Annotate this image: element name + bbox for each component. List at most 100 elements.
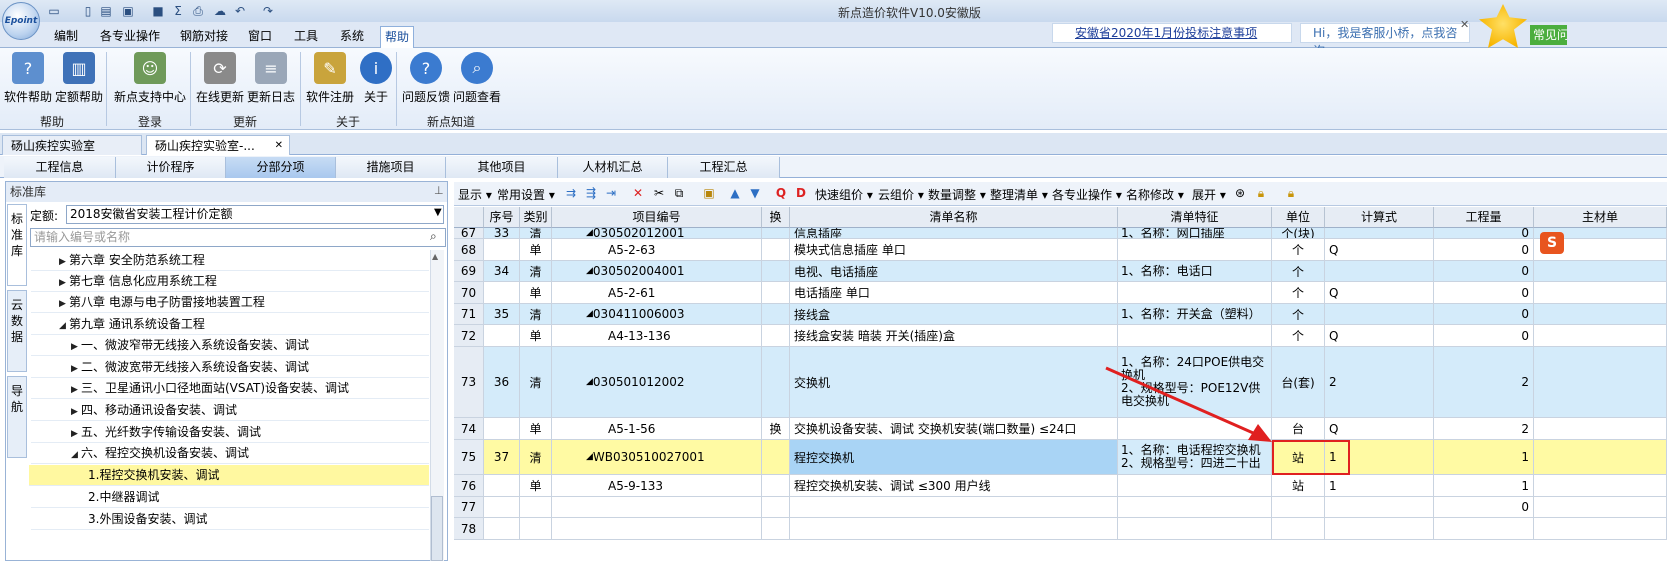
material-price-cell[interactable]	[1534, 304, 1667, 325]
cloud-price-menu[interactable]: 云组价 ▾	[878, 186, 924, 203]
formula-cell[interactable]: Q	[1325, 418, 1434, 440]
expand-icon[interactable]: ▶	[59, 252, 69, 273]
print-icon[interactable]: ⎙	[190, 3, 206, 19]
type-cell[interactable]: 清	[520, 304, 552, 325]
tidy-list-menu[interactable]: 整理清单 ▾	[990, 186, 1048, 203]
column-header[interactable]: 项目编号	[552, 207, 762, 228]
feature-cell[interactable]: 1、名称：开关盒（塑料）	[1118, 304, 1272, 325]
chat-prompt[interactable]: Hi，我是客服小桥，点我咨询	[1300, 23, 1470, 58]
formula-cell[interactable]	[1325, 228, 1434, 239]
quota-help-button[interactable]: ▥ 定额帮助	[55, 52, 103, 105]
seq-cell[interactable]	[484, 475, 520, 497]
name-cell[interactable]: 程控交换机安装、调试 ≤300 用户线	[790, 475, 1118, 497]
seq-cell[interactable]: 33	[484, 228, 520, 239]
type-cell[interactable]: 清	[520, 440, 552, 475]
seq-cell[interactable]: 37	[484, 440, 520, 475]
swap-cell[interactable]	[762, 261, 790, 282]
tab-materials[interactable]: 人材机汇总	[558, 157, 668, 178]
vtab-navigation[interactable]: 导航	[7, 376, 27, 458]
support-center-button[interactable]: ☺ 新点支持中心	[114, 52, 186, 105]
quantity-cell[interactable]: 0	[1434, 239, 1534, 261]
quantity-q-icon[interactable]: Q	[773, 185, 789, 201]
feature-cell[interactable]: 1、名称：电话程控交换机 2、规格型号：四进二十出	[1118, 440, 1272, 475]
code-cell[interactable]: ◢ 030502004001	[552, 261, 762, 282]
show-menu[interactable]: 显示 ▾	[458, 186, 492, 203]
chevron-down-icon[interactable]: ▼	[434, 207, 442, 218]
material-price-cell[interactable]	[1534, 475, 1667, 497]
quantity-cell[interactable]: 0	[1434, 282, 1534, 304]
formula-cell[interactable]: Q	[1325, 239, 1434, 261]
swap-cell[interactable]	[762, 282, 790, 304]
formula-cell[interactable]	[1325, 261, 1434, 282]
cut-icon[interactable]: ✂	[651, 185, 667, 201]
unit-cell[interactable]	[1272, 518, 1325, 540]
name-cell[interactable]: 电视、电话插座	[790, 261, 1118, 282]
scroll-up-icon[interactable]: ▲	[432, 252, 438, 261]
column-header[interactable]: 单位	[1272, 207, 1325, 228]
close-tab-icon[interactable]: ✕	[275, 136, 283, 156]
open-folder-icon[interactable]: ▤	[98, 3, 114, 19]
tree-item-selected[interactable]: 1.程控交换机安装、调试	[29, 465, 429, 486]
formula-cell[interactable]	[1325, 497, 1434, 518]
name-cell[interactable]	[790, 518, 1118, 540]
online-update-button[interactable]: ⟳ 在线更新	[196, 52, 244, 105]
expand-icon[interactable]: ▶	[71, 337, 81, 358]
menu-specialty[interactable]: 各专业操作	[96, 26, 164, 46]
new-doc-icon[interactable]: ▯	[80, 3, 96, 19]
expand-menu[interactable]: 展开 ▾	[1192, 186, 1226, 203]
paste-icon[interactable]: ▣	[701, 185, 717, 201]
menu-window[interactable]: 窗口	[244, 26, 276, 46]
epoint-logo[interactable]: Epoint	[2, 2, 40, 40]
unit-cell[interactable]: 站	[1272, 475, 1325, 497]
name-cell[interactable]: 信息插座	[790, 228, 1118, 239]
seq-cell[interactable]	[484, 518, 520, 540]
code-cell[interactable]: ◢ 030411006003	[552, 304, 762, 325]
feedback-button[interactable]: ? 问题反馈	[402, 52, 450, 105]
tree-item[interactable]: ◢ 六、程控交换机设备安装、调试	[31, 443, 429, 464]
formula-cell[interactable]	[1325, 304, 1434, 325]
column-header[interactable]: 清单名称	[790, 207, 1118, 228]
column-header[interactable]: 序号	[484, 207, 520, 228]
doc-tab-1[interactable]: 砀山疾控实验室	[2, 135, 142, 155]
seq-cell[interactable]	[484, 325, 520, 347]
code-cell[interactable]: A5-2-61	[552, 282, 762, 304]
material-price-cell[interactable]	[1534, 418, 1667, 440]
feature-cell[interactable]	[1118, 282, 1272, 304]
insert-row-icon[interactable]: ⇉	[563, 185, 579, 201]
code-cell[interactable]: A5-2-63	[552, 239, 762, 261]
tab-pricing[interactable]: 计价程序	[116, 157, 226, 178]
quantity-cell[interactable]: 2	[1434, 418, 1534, 440]
doc-tab-2[interactable]: 砀山疾控实验室-... ✕	[146, 135, 290, 155]
tree-item[interactable]: 3.外围设备安装、调试	[31, 509, 429, 530]
column-header[interactable]: 换	[762, 207, 790, 228]
seq-cell[interactable]: 36	[484, 347, 520, 418]
type-cell[interactable]: 单	[520, 475, 552, 497]
tree-item[interactable]: ▶ 二、微波宽带无线接入系统设备安装、调试	[31, 357, 429, 378]
search-icon[interactable]: ⌕	[430, 229, 437, 244]
feature-cell[interactable]: 1、名称：网口插座	[1118, 228, 1272, 239]
tree-item[interactable]: ▶ 四、移动通讯设备安装、调试	[31, 400, 429, 421]
about-button[interactable]: i 关于	[360, 52, 392, 105]
tree-item[interactable]: 2.中继器调试	[31, 487, 429, 508]
unit-cell[interactable]	[1272, 497, 1325, 518]
code-cell[interactable]	[552, 497, 762, 518]
swap-cell[interactable]	[762, 497, 790, 518]
sogou-ime-icon[interactable]: S	[1540, 232, 1564, 254]
unit-cell[interactable]: 个	[1272, 282, 1325, 304]
swap-cell[interactable]	[762, 518, 790, 540]
swap-cell[interactable]	[762, 304, 790, 325]
move-down-icon[interactable]: ▼	[747, 185, 763, 201]
copy-icon[interactable]: ⧉	[671, 185, 687, 201]
name-cell[interactable]: 接线盒安装 暗装 开关(插座)盒	[790, 325, 1118, 347]
lock-icon[interactable]: 🔒︎	[1253, 185, 1269, 201]
software-help-button[interactable]: ? 软件帮助	[4, 52, 52, 105]
tab-other[interactable]: 其他项目	[446, 157, 558, 178]
tree-item[interactable]: ▶ 第八章 电源与电子防雷接地装置工程	[31, 292, 429, 313]
seq-cell[interactable]	[484, 282, 520, 304]
swap-cell[interactable]	[762, 325, 790, 347]
feature-cell[interactable]	[1118, 518, 1272, 540]
rename-menu[interactable]: 名称修改 ▾	[1126, 186, 1184, 203]
name-cell[interactable]	[790, 497, 1118, 518]
name-cell[interactable]: 程控交换机	[790, 440, 1118, 475]
menu-tools[interactable]: 工具	[290, 26, 322, 46]
